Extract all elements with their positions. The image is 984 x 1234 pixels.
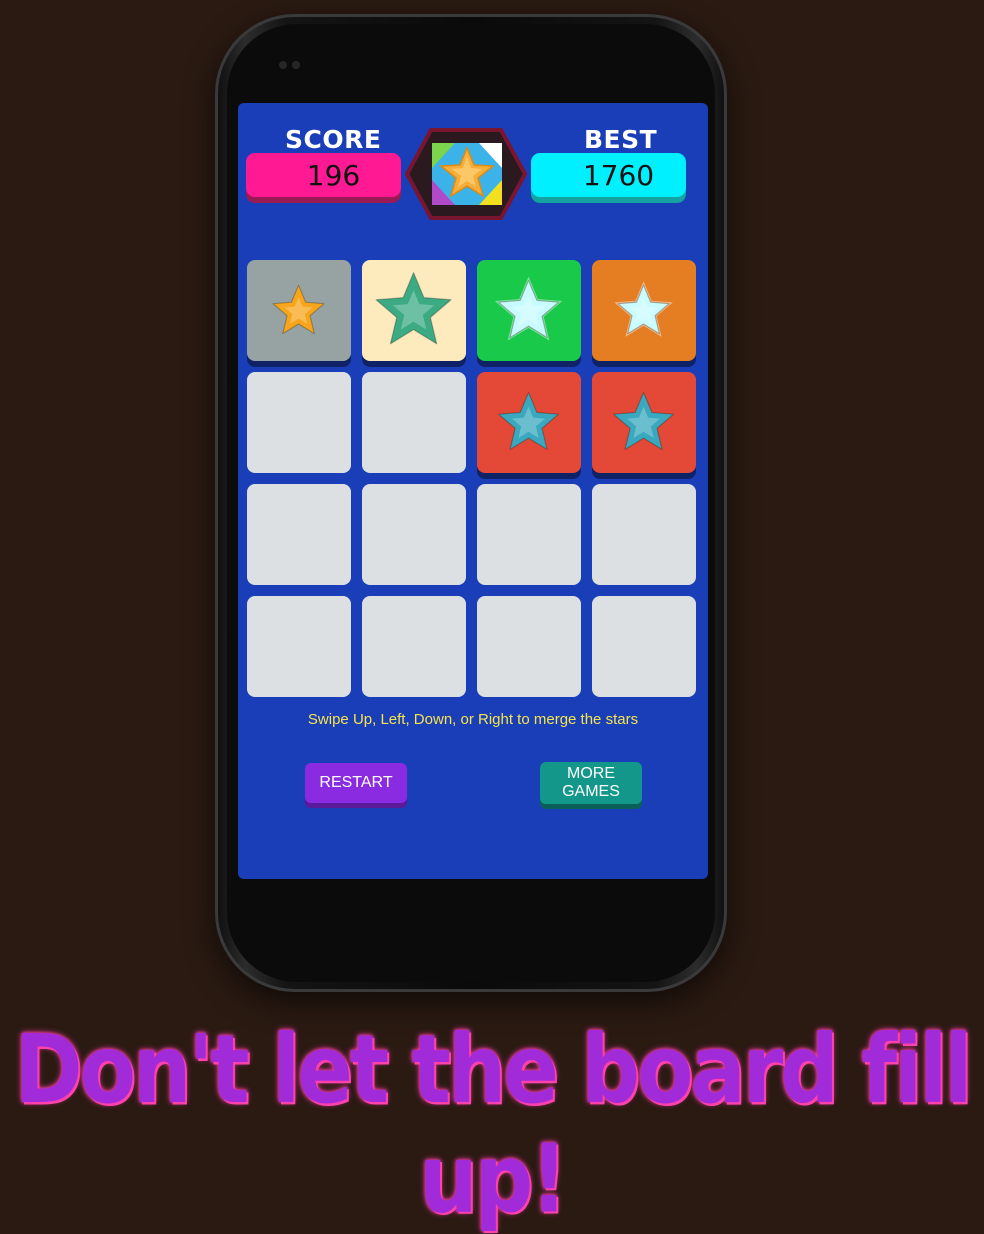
- star-icon: [375, 272, 453, 345]
- promo-tagline: Don't let the board fill up!: [14, 1015, 973, 1234]
- empty-cell: [247, 596, 351, 697]
- score-display: 196: [246, 153, 401, 197]
- score-label: SCORE: [285, 125, 382, 154]
- empty-cell: [592, 484, 696, 585]
- score-value: 196: [306, 158, 361, 192]
- instructions-text: Swipe Up, Left, Down, or Right to merge …: [307, 711, 639, 728]
- empty-cell: [362, 372, 466, 473]
- star-icon: [495, 276, 563, 341]
- empty-cell: [477, 596, 581, 697]
- star-tile: [477, 372, 581, 473]
- game-screen: SCORE 196 BEST 1760 Swipe Up, Left, Down…: [238, 103, 708, 879]
- empty-cell: [247, 484, 351, 585]
- star-icon: [614, 281, 674, 337]
- empty-cell: [247, 372, 351, 473]
- empty-cell: [592, 596, 696, 697]
- best-display: 1760: [531, 153, 686, 197]
- more-games-button[interactable]: MORE GAMES: [540, 762, 642, 804]
- star-icon: [613, 391, 675, 451]
- star-icon: [272, 284, 326, 335]
- star-tile: [592, 260, 696, 361]
- star-tile: [477, 260, 581, 361]
- empty-cell: [362, 596, 466, 697]
- restart-button[interactable]: RESTART: [305, 763, 407, 803]
- restart-button-label: RESTART: [319, 774, 393, 791]
- more-games-button-label: MORE GAMES: [562, 765, 620, 800]
- star-tile: [362, 260, 466, 361]
- star-tile: [592, 372, 696, 473]
- empty-cell: [362, 484, 466, 585]
- game-board[interactable]: [247, 260, 696, 697]
- best-label: BEST: [584, 125, 658, 154]
- star-icon: [498, 391, 560, 451]
- empty-cell: [477, 484, 581, 585]
- star-tile: [247, 260, 351, 361]
- star-hexagon-logo-icon: [405, 128, 527, 220]
- phone-sensor-dots: [279, 54, 309, 69]
- best-value: 1760: [582, 158, 655, 192]
